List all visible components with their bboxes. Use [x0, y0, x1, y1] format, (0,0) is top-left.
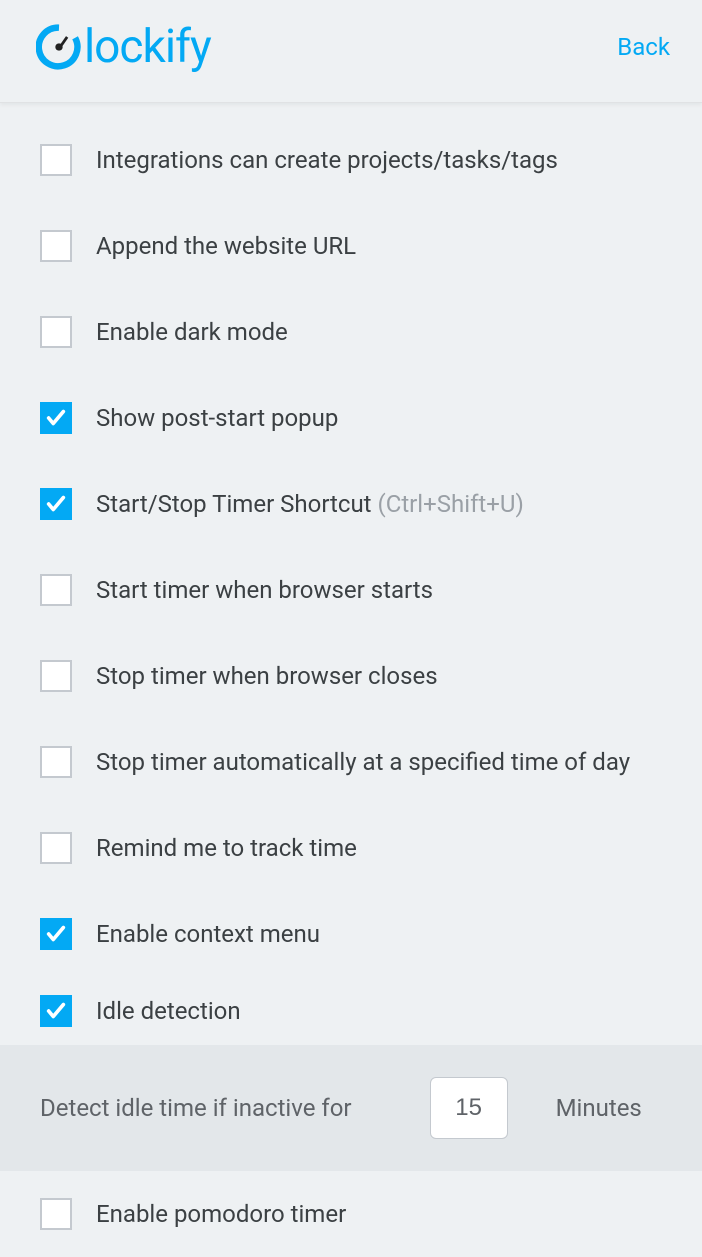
checkbox-stop-auto-time[interactable]	[40, 746, 72, 778]
setting-remind-track: Remind me to track time	[0, 805, 702, 891]
setting-label: Start timer when browser starts	[96, 576, 433, 604]
setting-start-browser: Start timer when browser starts	[0, 547, 702, 633]
setting-label-wrap: Start/Stop Timer Shortcut (Ctrl+Shift+U)	[96, 490, 524, 518]
idle-label: Detect idle time if inactive for	[40, 1094, 352, 1122]
checkbox-start-browser[interactable]	[40, 574, 72, 606]
setting-label: Stop timer when browser closes	[96, 662, 438, 690]
checkbox-integrations[interactable]	[40, 144, 72, 176]
check-icon	[45, 923, 67, 945]
setting-label: Enable pomodoro timer	[96, 1200, 346, 1228]
setting-integrations: Integrations can create projects/tasks/t…	[0, 117, 702, 203]
setting-post-start-popup: Show post-start popup	[0, 375, 702, 461]
checkbox-pomodoro[interactable]	[40, 1198, 72, 1230]
back-link[interactable]: Back	[617, 33, 670, 61]
setting-label: Remind me to track time	[96, 834, 357, 862]
checkbox-stop-browser[interactable]	[40, 660, 72, 692]
checkbox-idle-detection[interactable]	[40, 995, 72, 1027]
setting-timer-shortcut: Start/Stop Timer Shortcut (Ctrl+Shift+U)	[0, 461, 702, 547]
setting-stop-auto-time: Stop timer automatically at a specified …	[0, 719, 702, 805]
setting-label: Integrations can create projects/tasks/t…	[96, 146, 558, 174]
setting-dark-mode: Enable dark mode	[0, 289, 702, 375]
logo: lockify	[36, 20, 211, 74]
check-icon	[45, 407, 67, 429]
setting-pomodoro: Enable pomodoro timer	[0, 1171, 702, 1257]
header: lockify Back	[0, 0, 702, 103]
check-icon	[45, 1000, 67, 1022]
setting-label: Show post-start popup	[96, 404, 338, 432]
idle-minutes-input[interactable]	[430, 1077, 508, 1139]
setting-hint: (Ctrl+Shift+U)	[377, 490, 523, 518]
setting-label: Append the website URL	[96, 232, 356, 260]
idle-unit: Minutes	[556, 1094, 642, 1122]
clockify-c-icon	[36, 24, 82, 70]
checkbox-post-start-popup[interactable]	[40, 402, 72, 434]
setting-label: Enable dark mode	[96, 318, 288, 346]
checkbox-dark-mode[interactable]	[40, 316, 72, 348]
setting-idle-detection: Idle detection	[0, 977, 702, 1045]
checkbox-timer-shortcut[interactable]	[40, 488, 72, 520]
setting-label: Start/Stop Timer Shortcut	[96, 490, 377, 518]
idle-section: Detect idle time if inactive for Minutes	[0, 1045, 702, 1171]
check-icon	[45, 493, 67, 515]
brand-text: lockify	[84, 20, 211, 74]
setting-label: Idle detection	[96, 997, 241, 1025]
checkbox-context-menu[interactable]	[40, 918, 72, 950]
checkbox-remind-track[interactable]	[40, 832, 72, 864]
setting-stop-browser: Stop timer when browser closes	[0, 633, 702, 719]
settings-list: Integrations can create projects/tasks/t…	[0, 103, 702, 1257]
setting-context-menu: Enable context menu	[0, 891, 702, 977]
setting-label: Stop timer automatically at a specified …	[96, 748, 630, 776]
checkbox-append-url[interactable]	[40, 230, 72, 262]
setting-label: Enable context menu	[96, 920, 320, 948]
setting-append-url: Append the website URL	[0, 203, 702, 289]
